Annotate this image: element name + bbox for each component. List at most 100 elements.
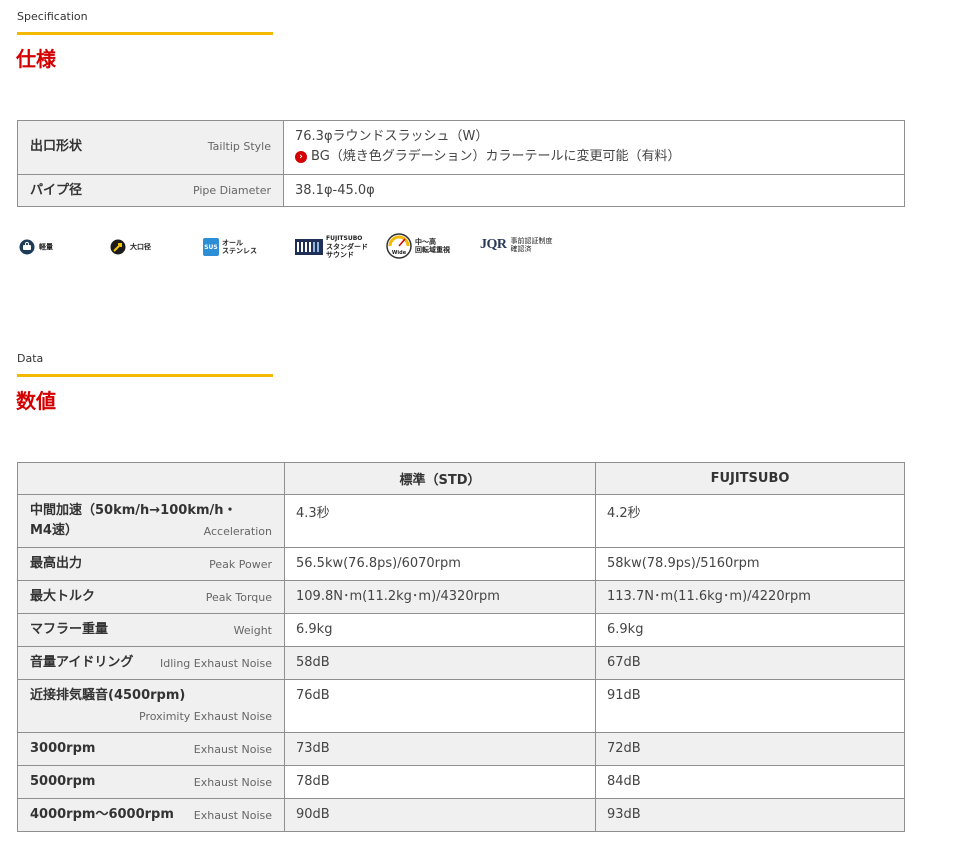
arrow-right-icon: ›	[295, 150, 307, 163]
tailtip-style-value: 76.3φラウンドスラッシュ（W）	[295, 129, 489, 144]
std-value: 58dB	[284, 646, 596, 680]
svg-text:Wide: Wide	[392, 250, 407, 256]
jqr-label-1: 事前認証制度	[510, 237, 553, 245]
spec-row-label-en: Tailtip Style	[207, 140, 271, 153]
data-row-label: マフラー重量	[30, 622, 109, 637]
std-value: 78dB	[284, 765, 596, 799]
std-value: 56.5kw(76.8ps)/6070rpm	[284, 547, 596, 581]
data-row-header: 3000rpm Exhaust Noise	[17, 732, 285, 766]
table-row: 5000rpm Exhaust Noise 78dB 84dB	[17, 765, 905, 799]
fujitsubo-value: 91dB	[595, 679, 905, 733]
data-row-label-en: Weight	[233, 624, 272, 637]
spec-row-label-en: Pipe Diameter	[192, 184, 271, 197]
standard-sound-label-1: スタンダード	[326, 243, 368, 251]
data-row-label: 音量アイドリング	[30, 655, 134, 670]
spec-row-value: 76.3φラウンドスラッシュ（W） › BG（焼き色グラデーション）カラーテールに…	[283, 120, 905, 175]
data-row-label-en: Peak Power	[209, 558, 272, 571]
std-value: 4.3秒	[284, 494, 596, 548]
large-bore-label: 大口径	[130, 243, 151, 251]
data-row-label: 最高出力	[30, 556, 83, 571]
jqr-label-2: 確認済	[510, 245, 532, 253]
jqr-labels: 事前認証制度 確認済	[511, 237, 553, 253]
data-section-subtitle: Data	[17, 352, 44, 365]
fujitsubo-value: 84dB	[595, 765, 905, 799]
std-value: 76dB	[284, 679, 596, 733]
table-row: 音量アイドリング Idling Exhaust Noise 58dB 67dB	[17, 646, 905, 680]
table-row: 最高出力 Peak Power 56.5kw(76.8ps)/6070rpm 5…	[17, 547, 905, 581]
sus-label-1: オール	[222, 239, 243, 247]
standard-sound-labels: FUJITSUBO スタンダード サウンド	[326, 235, 368, 259]
spec-section-underline	[17, 32, 273, 35]
data-row-label-en: Idling Exhaust Noise	[160, 657, 272, 670]
mid-range-torque-feature: Wide 中～高 回転域重視	[386, 232, 450, 260]
lightweight-label: 軽量	[39, 243, 53, 251]
spec-row-header: パイプ径 Pipe Diameter	[17, 174, 284, 207]
mid-range-torque-icon: Wide	[386, 233, 412, 259]
data-table: 標準（STD） FUJITSUBO 中間加速（50km/h→100km/h・ M…	[17, 462, 905, 832]
data-row-label: 5000rpm	[30, 774, 96, 789]
mid-range-label-1: 中～高	[415, 238, 436, 246]
spec-row-value: 38.1φ-45.0φ	[283, 174, 905, 207]
fujitsubo-value: 6.9kg	[595, 613, 905, 647]
table-row: パイプ径 Pipe Diameter 38.1φ-45.0φ	[17, 174, 905, 207]
lightweight-icon	[19, 239, 35, 255]
data-row-header: 近接排気騒音(4500rpm) Proximity Exhaust Noise	[17, 679, 285, 733]
jqr-feature: JQR 事前認証制度 確認済	[480, 237, 553, 253]
spec-section-subtitle: Specification	[17, 10, 88, 23]
data-row-label: 4000rpm～6000rpm	[30, 807, 174, 822]
column-header-std: 標準（STD）	[284, 462, 596, 495]
data-section-title: 数値	[16, 389, 56, 413]
standard-sound-icon	[295, 239, 323, 255]
data-row-label-line1: 中間加速（50km/h→100km/h・	[30, 503, 237, 518]
spec-row-label: パイプ径	[30, 183, 83, 198]
data-row-label-en: Proximity Exhaust Noise	[139, 710, 272, 723]
data-row-header: 音量アイドリング Idling Exhaust Noise	[17, 646, 285, 680]
lightweight-feature: 軽量	[19, 239, 53, 255]
data-row-header: 最高出力 Peak Power	[17, 547, 285, 581]
large-bore-feature: 大口径	[110, 239, 151, 255]
table-row: 最大トルク Peak Torque 109.8N･m(11.2kg･m)/432…	[17, 580, 905, 614]
data-row-label: 3000rpm	[30, 741, 96, 756]
data-row-label-line2: M4速）	[30, 523, 78, 538]
fujitsubo-value: 113.7N･m(11.6kg･m)/4220rpm	[595, 580, 905, 614]
data-row-label: 近接排気騒音(4500rpm)	[30, 688, 186, 703]
table-header-row: 標準（STD） FUJITSUBO	[17, 462, 905, 495]
sus-label-2: ステンレス	[222, 247, 257, 255]
table-row: 近接排気騒音(4500rpm) Proximity Exhaust Noise …	[17, 679, 905, 733]
fujitsubo-value: 72dB	[595, 732, 905, 766]
table-row: 出口形状 Tailtip Style 76.3φラウンドスラッシュ（W） › BG…	[17, 120, 905, 175]
data-row-header: 最大トルク Peak Torque	[17, 580, 285, 614]
std-value: 6.9kg	[284, 613, 596, 647]
table-row: 4000rpm～6000rpm Exhaust Noise 90dB 93dB	[17, 798, 905, 832]
spec-table: 出口形状 Tailtip Style 76.3φラウンドスラッシュ（W） › BG…	[17, 120, 905, 207]
mid-range-labels: 中～高 回転域重視	[415, 238, 450, 254]
column-header-label	[17, 462, 285, 495]
fujitsubo-value: 4.2秒	[595, 494, 905, 548]
data-row-label-en: Exhaust Noise	[193, 809, 272, 822]
jqr-icon: JQR	[480, 237, 507, 252]
large-bore-icon	[110, 239, 126, 255]
data-row-label-en: Exhaust Noise	[193, 743, 272, 756]
sus-stainless-feature: SUS オール ステンレス	[203, 238, 257, 256]
std-value: 90dB	[284, 798, 596, 832]
data-section-underline	[17, 374, 273, 377]
data-row-label-en: Peak Torque	[205, 591, 272, 604]
spec-section-title: 仕様	[16, 47, 56, 71]
fujitsubo-value: 67dB	[595, 646, 905, 680]
data-row-label-en: Acceleration	[203, 525, 272, 538]
fujitsubo-value: 58kw(78.9ps)/5160rpm	[595, 547, 905, 581]
data-row-header: 5000rpm Exhaust Noise	[17, 765, 285, 799]
table-row: 中間加速（50km/h→100km/h・ M4速） Acceleration 4…	[17, 494, 905, 548]
table-row: マフラー重量 Weight 6.9kg 6.9kg	[17, 613, 905, 647]
std-value: 109.8N･m(11.2kg･m)/4320rpm	[284, 580, 596, 614]
data-row-header: 中間加速（50km/h→100km/h・ M4速） Acceleration	[17, 494, 285, 548]
fujitsubo-brand-text: FUJITSUBO	[326, 235, 363, 242]
data-row-label: 最大トルク	[30, 589, 96, 604]
spec-row-label: 出口形状	[30, 139, 83, 154]
standard-sound-feature: FUJITSUBO スタンダード サウンド	[295, 235, 368, 259]
spec-row-header: 出口形状 Tailtip Style	[17, 120, 284, 175]
tailtip-option-text: BG（焼き色グラデーション）カラーテールに変更可能（有料）	[311, 149, 681, 164]
fujitsubo-value: 93dB	[595, 798, 905, 832]
tailtip-option-line: › BG（焼き色グラデーション）カラーテールに変更可能（有料）	[295, 147, 893, 167]
data-row-label-en: Exhaust Noise	[193, 776, 272, 789]
